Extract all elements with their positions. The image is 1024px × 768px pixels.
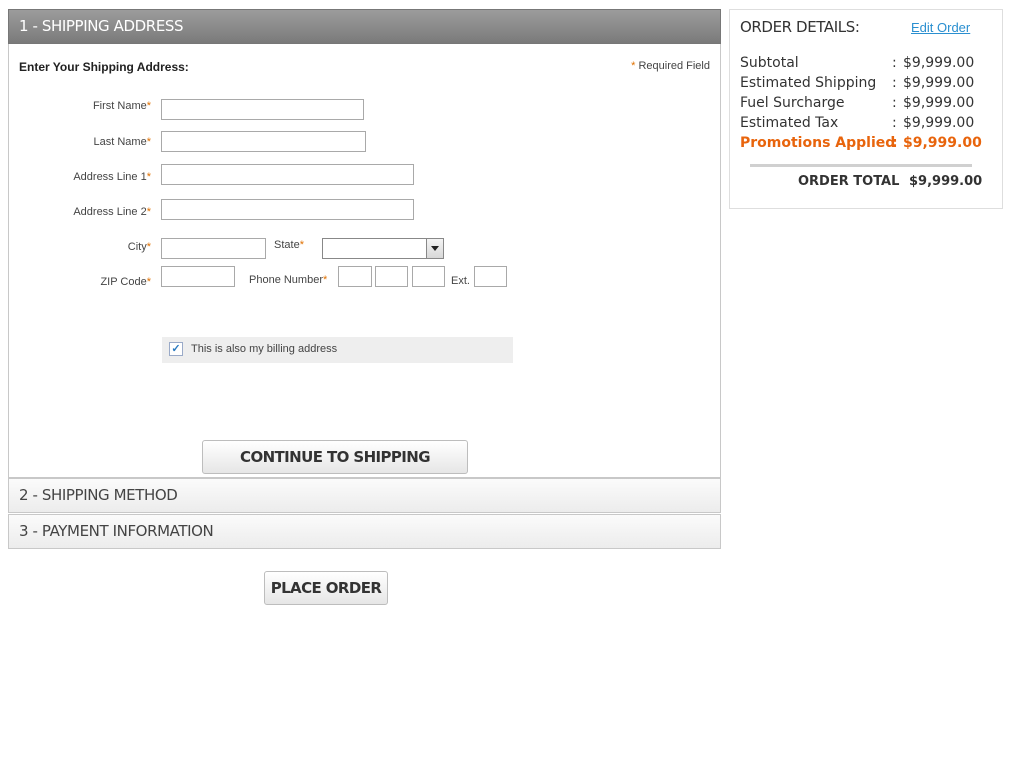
order-total-label: ORDER TOTAL xyxy=(798,174,900,189)
summary-row-subtotal: Subtotal : $9,999.00 xyxy=(740,55,995,75)
address-line-2-label-text: Address Line 2 xyxy=(73,206,147,218)
summary-separator: : xyxy=(892,75,897,91)
place-order-button[interactable]: PLACE ORDER xyxy=(264,571,388,605)
summary-row-fuel-surcharge: Fuel Surcharge : $9,999.00 xyxy=(740,95,995,115)
phone-prefix-input[interactable] xyxy=(375,266,408,287)
first-name-label: First Name* xyxy=(49,100,151,112)
summary-separator: : xyxy=(892,135,898,151)
required-asterisk: * xyxy=(146,276,151,288)
state-label-text: State xyxy=(274,239,300,251)
required-asterisk: * xyxy=(146,100,151,112)
summary-separator: : xyxy=(892,115,897,131)
last-name-label-text: Last Name xyxy=(93,136,147,148)
required-asterisk: * xyxy=(299,239,304,251)
address-line-1-input[interactable] xyxy=(161,164,414,185)
phone-number-label-text: Phone Number xyxy=(249,274,323,286)
zip-code-label-text: ZIP Code xyxy=(100,276,147,288)
address-line-2-label: Address Line 2* xyxy=(29,206,151,218)
phone-line-number-input[interactable] xyxy=(412,266,445,287)
form-intro: Enter Your Shipping Address: xyxy=(19,60,189,74)
phone-area-code-input[interactable] xyxy=(338,266,372,287)
required-asterisk: * xyxy=(631,60,636,72)
summary-label: Subtotal xyxy=(740,55,799,71)
edit-order-link[interactable]: Edit Order xyxy=(911,20,970,35)
summary-row-estimated-shipping: Estimated Shipping : $9,999.00 xyxy=(740,75,995,95)
chevron-down-icon[interactable] xyxy=(426,239,443,258)
step-shipping-address-header[interactable]: 1 - SHIPPING ADDRESS xyxy=(8,9,721,44)
required-field-note: * Required Field xyxy=(631,60,710,72)
summary-label: Estimated Tax xyxy=(740,115,839,131)
billing-address-option[interactable]: ✓ This is also my billing address xyxy=(162,337,513,363)
last-name-input[interactable] xyxy=(161,131,366,152)
summary-value: $9,999.00 xyxy=(903,135,982,151)
address-line-1-label: Address Line 1* xyxy=(29,171,151,183)
summary-value: $9,999.00 xyxy=(903,95,975,111)
billing-checkbox-label: This is also my billing address xyxy=(191,343,338,355)
first-name-label-text: First Name xyxy=(92,100,147,112)
phone-ext-input[interactable] xyxy=(474,266,507,287)
ext-label: Ext. xyxy=(451,275,470,287)
summary-value: $9,999.00 xyxy=(903,55,975,71)
summary-label: Fuel Surcharge xyxy=(740,95,845,111)
required-asterisk: * xyxy=(146,206,151,218)
required-asterisk: * xyxy=(323,274,328,286)
summary-row-promotions-applied: Promotions Applied : $9,999.00 xyxy=(740,135,995,155)
address-line-2-input[interactable] xyxy=(161,199,414,220)
address-line-1-label-text: Address Line 1 xyxy=(73,171,147,183)
step-shipping-method-header[interactable]: 2 - SHIPPING METHOD xyxy=(8,478,721,513)
order-details-panel: ORDER DETAILS: Edit Order Subtotal : $9,… xyxy=(729,9,1003,209)
summary-label: Promotions Applied xyxy=(740,135,896,151)
summary-separator: : xyxy=(892,55,897,71)
phone-number-label: Phone Number* xyxy=(249,274,339,286)
checkout-panel: 1 - SHIPPING ADDRESS Enter Your Shipping… xyxy=(8,9,721,549)
shipping-address-form: Enter Your Shipping Address: * Required … xyxy=(8,44,721,498)
summary-separator: : xyxy=(892,95,897,111)
continue-to-shipping-method-button[interactable]: CONTINUE TO SHIPPING METHOD xyxy=(202,440,468,498)
summary-row-estimated-tax: Estimated Tax : $9,999.00 xyxy=(740,115,995,135)
city-input[interactable] xyxy=(161,238,266,259)
required-field-label: Required Field xyxy=(638,60,710,72)
last-name-label: Last Name* xyxy=(49,136,151,148)
required-asterisk: * xyxy=(146,171,151,183)
billing-checkbox[interactable]: ✓ xyxy=(169,342,183,356)
summary-value: $9,999.00 xyxy=(903,115,975,131)
summary-value: $9,999.00 xyxy=(903,75,975,91)
city-label-text: City xyxy=(127,241,147,253)
state-select[interactable] xyxy=(322,238,444,259)
step-payment-information-header[interactable]: 3 - PAYMENT INFORMATION xyxy=(8,514,721,549)
zip-code-label: ZIP Code* xyxy=(69,276,151,288)
summary-divider xyxy=(750,164,972,167)
state-label: State* xyxy=(274,239,319,251)
city-label: City* xyxy=(69,241,151,253)
required-asterisk: * xyxy=(146,241,151,253)
zip-code-input[interactable] xyxy=(161,266,235,287)
state-selected-value xyxy=(323,243,327,255)
first-name-input[interactable] xyxy=(161,99,364,120)
required-asterisk: * xyxy=(146,136,151,148)
summary-label: Estimated Shipping xyxy=(740,75,877,91)
order-total-value: $9,999.00 xyxy=(909,174,983,189)
order-details-title: ORDER DETAILS: xyxy=(740,18,860,36)
